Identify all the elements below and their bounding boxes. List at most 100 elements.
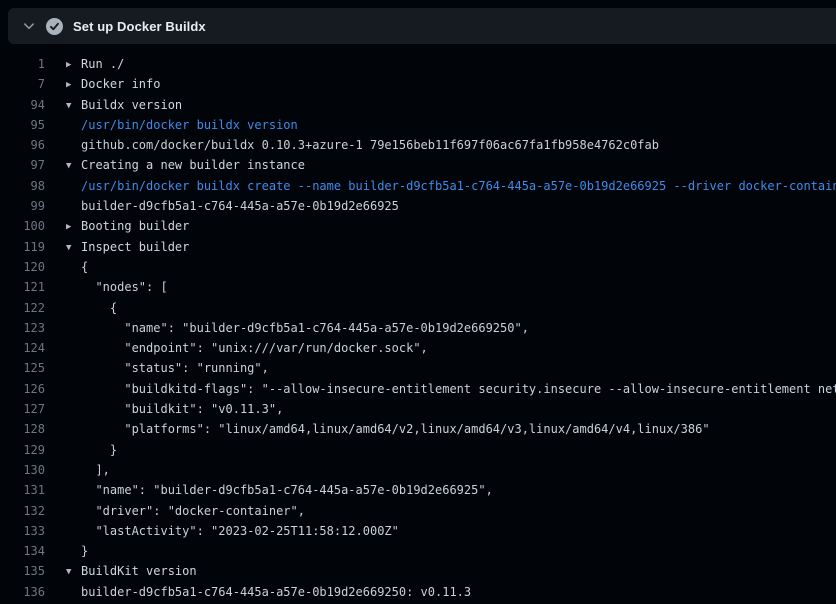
log-group-toggle[interactable]: ▼Creating a new builder instance — [45, 155, 305, 175]
log-group-title: Inspect builder — [81, 240, 189, 254]
log-line: 122 { — [0, 298, 836, 318]
log-output-text: { — [45, 298, 117, 318]
log-output-text: "endpoint": "unix:///var/run/docker.sock… — [45, 338, 428, 358]
step-title: Set up Docker Buildx — [73, 19, 206, 34]
line-number[interactable]: 132 — [0, 501, 45, 521]
line-number[interactable]: 125 — [0, 358, 45, 378]
log-group-toggle[interactable]: ▶Run ./ — [45, 54, 124, 74]
log-line: 132 "driver": "docker-container", — [0, 501, 836, 521]
line-number[interactable]: 100 — [0, 216, 45, 236]
triangle-right-icon: ▶ — [66, 55, 81, 75]
triangle-down-icon: ▼ — [66, 238, 81, 258]
log-line: 121 "nodes": [ — [0, 277, 836, 297]
line-number[interactable]: 135 — [0, 561, 45, 581]
line-number[interactable]: 120 — [0, 257, 45, 277]
log-output-text: "name": "builder-d9cfb5a1-c764-445a-a57e… — [45, 480, 493, 500]
log-line: 131 "name": "builder-d9cfb5a1-c764-445a-… — [0, 480, 836, 500]
log-line: 125 "status": "running", — [0, 358, 836, 378]
log-output-text: } — [45, 440, 117, 460]
log-line: 96github.com/docker/buildx 0.10.3+azure-… — [0, 135, 836, 155]
line-number[interactable]: 126 — [0, 379, 45, 399]
triangle-down-icon: ▼ — [66, 96, 81, 116]
log-line: 135▼BuildKit version — [0, 561, 836, 581]
log-output-text: "lastActivity": "2023-02-25T11:58:12.000… — [45, 521, 399, 541]
log-output-text: ], — [45, 460, 110, 480]
log-line: 98/usr/bin/docker buildx create --name b… — [0, 176, 836, 196]
line-number[interactable]: 121 — [0, 277, 45, 297]
line-number[interactable]: 7 — [0, 74, 45, 94]
log-group-toggle[interactable]: ▶Booting builder — [45, 216, 189, 236]
log-line: 127 "buildkit": "v0.11.3", — [0, 399, 836, 419]
log-group-toggle[interactable]: ▼Buildx version — [45, 95, 182, 115]
log-group-toggle[interactable]: ▼BuildKit version — [45, 561, 197, 581]
log-line: 120{ — [0, 257, 836, 277]
log-line: 100▶Booting builder — [0, 216, 836, 236]
line-number[interactable]: 94 — [0, 95, 45, 115]
log-group-title: Buildx version — [81, 98, 182, 112]
line-number[interactable]: 124 — [0, 338, 45, 358]
line-number[interactable]: 95 — [0, 115, 45, 135]
line-number[interactable]: 96 — [0, 135, 45, 155]
log-viewer: 1▶Run ./7▶Docker info94▼Buildx version95… — [0, 54, 836, 604]
line-number[interactable]: 1 — [0, 54, 45, 74]
log-group-title: Booting builder — [81, 219, 189, 233]
log-line: 95/usr/bin/docker buildx version — [0, 115, 836, 135]
log-line: 124 "endpoint": "unix:///var/run/docker.… — [0, 338, 836, 358]
log-line: 7▶Docker info — [0, 74, 836, 94]
log-line: 1▶Run ./ — [0, 54, 836, 74]
log-output-text: builder-d9cfb5a1-c764-445a-a57e-0b19d2e6… — [45, 196, 399, 216]
log-group-toggle[interactable]: ▼Inspect builder — [45, 237, 189, 257]
line-number[interactable]: 123 — [0, 318, 45, 338]
log-command-text: /usr/bin/docker buildx create --name bui… — [45, 176, 836, 196]
log-line: 129 } — [0, 440, 836, 460]
log-line: 130 ], — [0, 460, 836, 480]
chevron-down-icon[interactable] — [22, 19, 36, 33]
log-output-text: "status": "running", — [45, 358, 269, 378]
triangle-down-icon: ▼ — [66, 562, 81, 582]
log-output-text: "driver": "docker-container", — [45, 501, 305, 521]
log-output-text: "nodes": [ — [45, 277, 168, 297]
line-number[interactable]: 131 — [0, 480, 45, 500]
log-output-text: { — [45, 257, 88, 277]
line-number[interactable]: 130 — [0, 460, 45, 480]
log-group-title: Docker info — [81, 77, 160, 91]
line-number[interactable]: 97 — [0, 155, 45, 175]
line-number[interactable]: 129 — [0, 440, 45, 460]
log-group-toggle[interactable]: ▶Docker info — [45, 74, 160, 94]
log-output-text: github.com/docker/buildx 0.10.3+azure-1 … — [45, 135, 659, 155]
log-output-text: "platforms": "linux/amd64,linux/amd64/v2… — [45, 419, 710, 439]
log-output-text: "buildkitd-flags": "--allow-insecure-ent… — [45, 379, 836, 399]
step-header[interactable]: Set up Docker Buildx — [8, 8, 836, 44]
triangle-right-icon: ▶ — [66, 217, 81, 237]
line-number[interactable]: 119 — [0, 237, 45, 257]
log-line: 123 "name": "builder-d9cfb5a1-c764-445a-… — [0, 318, 836, 338]
log-group-title: Creating a new builder instance — [81, 158, 305, 172]
triangle-right-icon: ▶ — [66, 75, 81, 95]
log-group-title: BuildKit version — [81, 564, 197, 578]
log-line: 119▼Inspect builder — [0, 237, 836, 257]
log-command-text: /usr/bin/docker buildx version — [45, 115, 298, 135]
line-number[interactable]: 127 — [0, 399, 45, 419]
line-number[interactable]: 136 — [0, 582, 45, 602]
triangle-down-icon: ▼ — [66, 156, 81, 176]
line-number[interactable]: 133 — [0, 521, 45, 541]
log-group-title: Run ./ — [81, 57, 124, 71]
line-number[interactable]: 134 — [0, 541, 45, 561]
log-line: 133 "lastActivity": "2023-02-25T11:58:12… — [0, 521, 836, 541]
line-number[interactable]: 122 — [0, 298, 45, 318]
log-line: 126 "buildkitd-flags": "--allow-insecure… — [0, 379, 836, 399]
log-line: 94▼Buildx version — [0, 95, 836, 115]
log-line: 136builder-d9cfb5a1-c764-445a-a57e-0b19d… — [0, 582, 836, 602]
log-line: 99builder-d9cfb5a1-c764-445a-a57e-0b19d2… — [0, 196, 836, 216]
log-line: 97▼Creating a new builder instance — [0, 155, 836, 175]
log-output-text: "name": "builder-d9cfb5a1-c764-445a-a57e… — [45, 318, 529, 338]
check-circle-icon — [46, 18, 63, 35]
log-output-text: } — [45, 541, 88, 561]
log-output-text: builder-d9cfb5a1-c764-445a-a57e-0b19d2e6… — [45, 582, 471, 602]
line-number[interactable]: 98 — [0, 176, 45, 196]
log-line: 134} — [0, 541, 836, 561]
line-number[interactable]: 128 — [0, 419, 45, 439]
log-line: 128 "platforms": "linux/amd64,linux/amd6… — [0, 419, 836, 439]
line-number[interactable]: 99 — [0, 196, 45, 216]
log-output-text: "buildkit": "v0.11.3", — [45, 399, 283, 419]
